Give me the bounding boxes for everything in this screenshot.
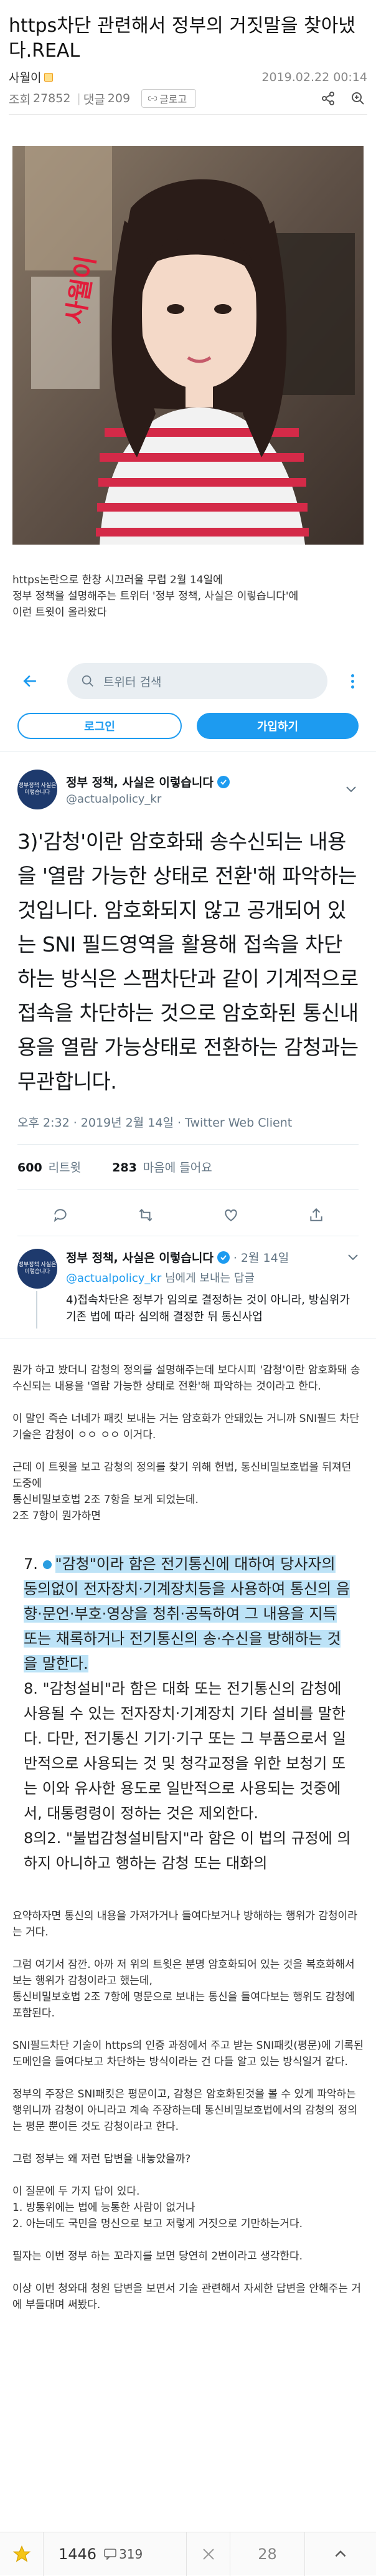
- comments-label: 댓글: [83, 92, 105, 107]
- twitter-search-input[interactable]: 트위터 검색: [67, 663, 327, 699]
- paragraph: 이 질문에 두 가지 답이 있다.: [12, 2185, 140, 2198]
- views-label: 조회: [9, 92, 31, 107]
- twitter-screenshot: 트위터 검색 로그인 가입하기 정부정책 사실은 이렇습니다 정부 정책, 사실…: [0, 646, 376, 1338]
- reply-to-handle[interactable]: @actualpolicy_kr: [66, 1272, 161, 1285]
- account-name[interactable]: 정부 정책, 사실은 이렇습니다: [66, 773, 214, 790]
- body-section-2: 요약하자면 통신의 내용을 가져가거나 들여다보거나 방해하는 행위가 감청이라…: [0, 1887, 376, 2313]
- body-section-1: 뭔가 하고 봤더니 감청의 정의를 설명해주는데 보다시피 '감청'이란 암호화…: [0, 1338, 376, 1524]
- intro-line-2: 정부 정책을 설명해주는 트위터 '정부 정책, 사실은 이렇습니다'에: [12, 590, 299, 603]
- paragraph: 근데 이 트윗을 보고 감청의 정의를 찾기 위해 헌법, 통신비밀보호법을 뒤…: [12, 1461, 352, 1490]
- vote-count: 1446: [59, 2545, 97, 2563]
- star-icon[interactable]: [0, 2532, 44, 2576]
- like-stat: 283 마음에 들어요: [112, 1158, 212, 1175]
- selfie-illustration: [12, 146, 364, 545]
- account-avatar[interactable]: 정부정책 사실은 이렇습니다: [17, 770, 57, 809]
- paragraph: 1. 방통위에는 법에 능통한 사람이 없거나: [12, 2202, 195, 2214]
- avatar-text: 정부정책 사실은 이렇습니다: [18, 783, 57, 796]
- header-divider: [9, 114, 367, 115]
- link-button-label: 글로고: [159, 93, 187, 105]
- paragraph: 2조 7항이 뭔가하면: [12, 1510, 101, 1522]
- paragraph: 요약하자면 통신의 내용을 가져가거나 들여다보거나 방해하는 행위가 감청이라…: [12, 1910, 357, 1939]
- page-number[interactable]: 28: [230, 2532, 305, 2576]
- retweet-icon[interactable]: [136, 1206, 155, 1224]
- selfie-photo: 사월이: [12, 146, 364, 545]
- post-date: 2019.02.22 00:14: [261, 70, 367, 84]
- scroll-up-icon[interactable]: [305, 2532, 376, 2576]
- reply-account-name[interactable]: 정부 정책, 사실은 이렇습니다: [66, 1249, 214, 1266]
- views-count: 27852: [32, 92, 71, 105]
- paragraph: SNI필드차단 기술이 https의 인증 과정에서 주고 받는 SNI패킷(평…: [12, 2039, 364, 2068]
- law-clause-7: 7. "감청"이라 함은 전기통신에 대하여 당사자의 동의없이 전자장치·기계…: [24, 1552, 352, 1676]
- zoom-icon[interactable]: [349, 89, 367, 108]
- main-tweet: 정부정책 사실은 이렇습니다 정부 정책, 사실은 이렇습니다 @actualp…: [0, 752, 376, 1236]
- reply-avatar[interactable]: 정부정책 사실은 이렇습니다: [17, 1249, 57, 1289]
- chevron-down-icon[interactable]: [344, 786, 359, 793]
- reply-verified-icon: [217, 1251, 230, 1264]
- tweet-text: 3)'감청'이란 암호화돼 송수신되는 내용을 '열람 가능한 상태로 전환'해…: [17, 829, 359, 1094]
- login-button[interactable]: 로그인: [17, 713, 182, 739]
- tweet-meta: 오후 2:32 · 2019년 2월 14일 · Twitter Web Cli…: [17, 1114, 359, 1145]
- like-label: 마음에 들어요: [143, 1161, 212, 1175]
- law-clause-8: 8. "감청설비"라 함은 대화 또는 전기통신의 감청에 사용될 수 있는 전…: [24, 1680, 346, 1822]
- reply-date: · 2월 14일: [233, 1251, 289, 1265]
- comment-count: 319: [119, 2546, 143, 2562]
- heart-icon[interactable]: [222, 1206, 240, 1224]
- post-title: https차단 관련해서 정부의 거짓말을 찾아냈다.REAL: [9, 15, 355, 62]
- law-clause-8-2: 8의2. "불법감청설비탐지"라 함은 이 법의 규정에 의하지 아니하고 행하…: [24, 1829, 351, 1872]
- paragraph: 이상 이번 청와대 청원 답변을 보면서 기술 관련해서 자세한 답변을 안해주…: [12, 2283, 361, 2311]
- law-clause-7-text: "감청"이라 함은 전기통신에 대하여 당사자의 동의없이 전자장치·기계장치등…: [24, 1555, 350, 1672]
- paragraph: 그럼 정부는 왜 저런 답변을 내놓았을까?: [12, 2153, 191, 2165]
- like-count: 283: [112, 1161, 137, 1175]
- retweet-stat: 600 리트윗: [17, 1158, 81, 1175]
- intro-line-1: https논란으로 한창 시끄러울 무렵 2월 14일에: [12, 574, 223, 586]
- bottom-action-bar: 1446 319 28: [0, 2532, 376, 2576]
- link-button[interactable]: 글로고: [141, 89, 197, 108]
- share-tweet-icon[interactable]: [307, 1206, 326, 1224]
- account-handle: @actualpolicy_kr: [66, 793, 162, 806]
- comments-count: 209: [107, 92, 131, 105]
- signup-button[interactable]: 가입하기: [197, 713, 359, 739]
- search-icon: [82, 675, 93, 687]
- paragraph: 이 말인 즉슨 너네가 패킷 보내는 거는 암호화가 안돼있는 거니까 SNI필…: [12, 1413, 360, 1441]
- paragraph: 통신비밀보호법 2조 7항에 명문으로 보내는 통신을 들여다보는 행위도 감청…: [12, 1991, 355, 2020]
- paragraph: 그럼 여기서 잠깐. 아까 저 위의 트윗은 분명 암호화되어 있는 것을 복호…: [12, 1958, 355, 1987]
- intro-line-3: 이런 트윗이 올라왔다: [12, 606, 107, 619]
- more-icon[interactable]: [346, 669, 359, 694]
- close-icon[interactable]: [187, 2532, 230, 2576]
- reply-icon[interactable]: [51, 1206, 70, 1224]
- share-icon[interactable]: [319, 89, 337, 108]
- paragraph: 통신비밀보호법 2조 7항을 보게 되었는데.: [12, 1494, 199, 1506]
- retweet-label: 리트윗: [48, 1161, 82, 1175]
- author-name[interactable]: 사월이: [9, 69, 41, 85]
- search-placeholder: 트위터 검색: [103, 675, 162, 689]
- reply-tweet: 정부정책 사실은 이렇습니다 정부 정책, 사실은 이렇습니다 · 2월 14일…: [0, 1236, 376, 1338]
- selection-handle-icon: [42, 1560, 52, 1569]
- back-arrow-icon[interactable]: [17, 669, 42, 694]
- paragraph: 뭔가 하고 봤더니 감청의 정의를 설명해주는데 보다시피 '감청'이란 암호화…: [12, 1364, 360, 1393]
- law-excerpt-image: 7. "감청"이라 함은 전기통신에 대하여 당사자의 동의없이 전자장치·기계…: [0, 1543, 376, 1887]
- vote-comment-cell[interactable]: 1446 319: [44, 2532, 187, 2576]
- post-header: https차단 관련해서 정부의 거짓말을 찾아냈다.REAL 사월이 2019…: [0, 0, 376, 121]
- reply-text: 4)접속차단은 정부가 임의로 결정하는 것이 아니라, 방심위가 기존 법에 …: [66, 1294, 350, 1324]
- thread-line: [36, 1291, 37, 1329]
- verified-icon: [217, 775, 230, 788]
- stats-divider: |: [77, 92, 81, 105]
- reply-chevron-icon[interactable]: [347, 1251, 359, 1264]
- link-icon: [148, 96, 157, 101]
- paragraph: 필자는 이번 정부 하는 꼬라지를 보면 당연히 2번이라고 생각한다.: [12, 2250, 303, 2263]
- reply-avatar-text: 정부정책 사실은 이렇습니다: [18, 1262, 57, 1275]
- law-clause-7-number: 7.: [24, 1555, 38, 1573]
- level-badge-icon: [44, 72, 54, 82]
- comment-icon: [104, 2548, 116, 2560]
- retweet-count: 600: [17, 1161, 42, 1175]
- paragraph: 정부의 주장은 SNI패킷은 평문이고, 감청은 암호화된것을 볼 수 있게 파…: [12, 2088, 357, 2133]
- paragraph: 2. 아는데도 국민을 멍신으로 보고 저렇게 거짓으로 기만하는거다.: [12, 2218, 303, 2230]
- reply-to-label: 님에게 보내는 답글: [164, 1272, 255, 1285]
